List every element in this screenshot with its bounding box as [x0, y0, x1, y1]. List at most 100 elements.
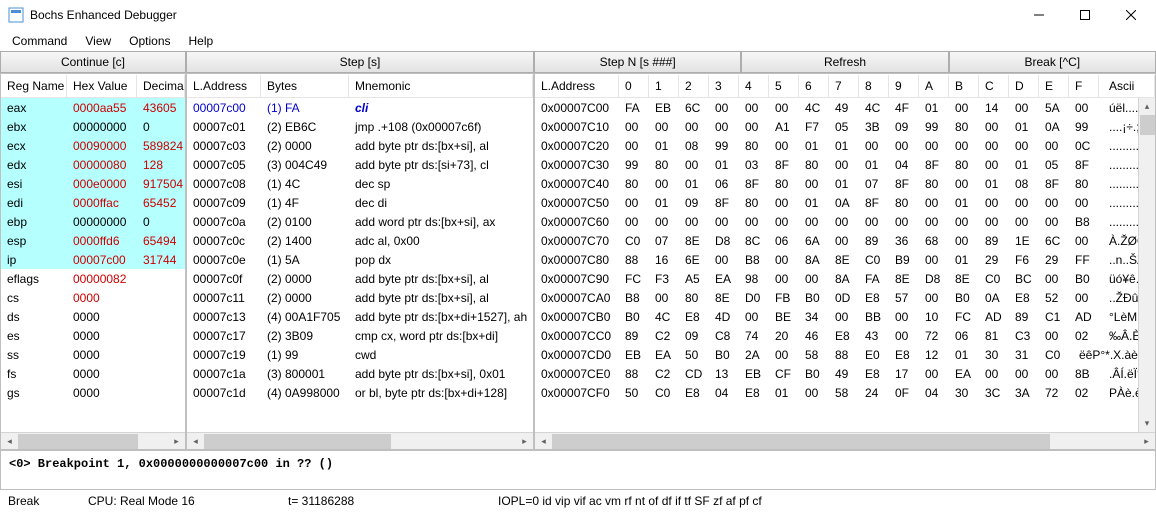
- disasm-row[interactable]: 00007c0f(2) 0000add byte ptr ds:[bx+si],…: [187, 269, 533, 288]
- register-row[interactable]: esp0000ffd665494: [1, 231, 185, 250]
- register-row[interactable]: es0000: [1, 326, 185, 345]
- scroll-left-icon[interactable]: ◂: [535, 433, 552, 450]
- dump-header-col[interactable]: 6: [799, 75, 829, 97]
- disasm-row[interactable]: 00007c13(4) 00A1F705add byte ptr ds:[bx+…: [187, 307, 533, 326]
- dump-row[interactable]: 0x00007C60000000000000000000000000000000…: [535, 212, 1138, 231]
- dump-row[interactable]: 0x00007C40800001068F800001078F800001088F…: [535, 174, 1138, 193]
- dump-header-col[interactable]: E: [1039, 75, 1069, 97]
- register-row[interactable]: ebx000000000: [1, 117, 185, 136]
- step-n-button[interactable]: Step N [s ###]: [534, 51, 741, 73]
- dump-row[interactable]: 0x00007C100000000000A1F7053B09998000010A…: [535, 117, 1138, 136]
- dump-header-col[interactable]: L.Address: [535, 75, 619, 97]
- disasm-row[interactable]: 00007c00(1) FAcli: [187, 98, 533, 117]
- dump-row[interactable]: 0x00007C20000108998000010100000000000000…: [535, 136, 1138, 155]
- dump-header-col[interactable]: F: [1069, 75, 1099, 97]
- regs-header-dec[interactable]: Decimal: [137, 75, 185, 97]
- dump-header-col[interactable]: 4: [739, 75, 769, 97]
- dump-row[interactable]: 0x00007CE088C2CD13EBCFB049E81700EA000000…: [535, 364, 1138, 383]
- register-row[interactable]: gs0000: [1, 383, 185, 402]
- disasm-row[interactable]: 00007c1d(4) 0A998000or bl, byte ptr ds:[…: [187, 383, 533, 402]
- regs-header-name[interactable]: Reg Name: [1, 75, 67, 97]
- dump-row[interactable]: 0x00007CF050C0E804E8010058240F04303C3A72…: [535, 383, 1138, 402]
- disasm-row[interactable]: 00007c09(1) 4Fdec di: [187, 193, 533, 212]
- dump-row[interactable]: 0x00007CB0B04CE84D00BE3400BB0010FCAD89C1…: [535, 307, 1138, 326]
- disasm-row[interactable]: 00007c08(1) 4Cdec sp: [187, 174, 533, 193]
- scroll-up-icon[interactable]: ▴: [1139, 98, 1155, 115]
- scroll-left-icon[interactable]: ◂: [1, 433, 18, 450]
- dump-row[interactable]: 0x00007CC089C209C8742046E84300720681C300…: [535, 326, 1138, 345]
- dump-header-col[interactable]: 0: [619, 75, 649, 97]
- dump-row[interactable]: 0x00007C00FAEB6C0000004C494C4F010014005A…: [535, 98, 1138, 117]
- disasm-scrollbar-h[interactable]: ◂ ▸: [187, 432, 533, 449]
- scroll-down-icon[interactable]: ▾: [1139, 415, 1155, 432]
- register-row[interactable]: esi000e0000917504: [1, 174, 185, 193]
- dump-header-col[interactable]: D: [1009, 75, 1039, 97]
- disasm-row[interactable]: 00007c01(2) EB6Cjmp .+108 (0x00007c6f): [187, 117, 533, 136]
- register-row[interactable]: ss0000: [1, 345, 185, 364]
- dump-scrollbar-v[interactable]: ▴ ▾: [1138, 98, 1155, 432]
- disasm-row[interactable]: 00007c11(2) 0000add byte ptr ds:[bx+si],…: [187, 288, 533, 307]
- dump-row[interactable]: 0x00007C500001098F8000010A8F800001000000…: [535, 193, 1138, 212]
- dump-row[interactable]: 0x00007C3099800001038F800001048F80000105…: [535, 155, 1138, 174]
- dump-header-col[interactable]: B: [949, 75, 979, 97]
- disasm-header-bytes[interactable]: Bytes: [261, 75, 349, 97]
- scroll-right-icon[interactable]: ▸: [516, 433, 533, 450]
- dump-header-col[interactable]: 8: [859, 75, 889, 97]
- reg-name: esp: [1, 233, 67, 249]
- disasm-row[interactable]: 00007c19(1) 99cwd: [187, 345, 533, 364]
- step-button[interactable]: Step [s]: [186, 51, 534, 73]
- dump-header-col[interactable]: Ascii: [1099, 75, 1155, 97]
- dump-row[interactable]: 0x00007CD0EBEA50B02A005888E0E812013031C0…: [535, 345, 1138, 364]
- output-console[interactable]: <0> Breakpoint 1, 0x0000000000007c00 in …: [0, 450, 1156, 490]
- refresh-button[interactable]: Refresh: [741, 51, 948, 73]
- continue-button[interactable]: Continue [c]: [0, 51, 186, 73]
- disasm-row[interactable]: 00007c0e(1) 5Apop dx: [187, 250, 533, 269]
- register-row[interactable]: fs0000: [1, 364, 185, 383]
- scroll-right-icon[interactable]: ▸: [168, 433, 185, 450]
- scroll-right-icon[interactable]: ▸: [1138, 433, 1155, 450]
- dump-row[interactable]: 0x00007CA0B800808ED0FBB00DE85700B00AE852…: [535, 288, 1138, 307]
- break-button[interactable]: Break [^C]: [949, 51, 1156, 73]
- register-row[interactable]: edx00000080128: [1, 155, 185, 174]
- minimize-button[interactable]: [1016, 0, 1062, 30]
- register-row[interactable]: ip00007c0031744: [1, 250, 185, 269]
- register-row[interactable]: cs0000: [1, 288, 185, 307]
- disasm-row[interactable]: 00007c0a(2) 0100add word ptr ds:[bx+si],…: [187, 212, 533, 231]
- dump-header-col[interactable]: 9: [889, 75, 919, 97]
- menu-command[interactable]: Command: [4, 32, 75, 50]
- register-row[interactable]: edi0000ffac65452: [1, 193, 185, 212]
- menu-options[interactable]: Options: [121, 32, 178, 50]
- maximize-button[interactable]: [1062, 0, 1108, 30]
- dump-row[interactable]: 0x00007C70C0078ED88C066A0089366800891E6C…: [535, 231, 1138, 250]
- dump-header-col[interactable]: 1: [649, 75, 679, 97]
- dump-header-col[interactable]: A: [919, 75, 949, 97]
- dump-byte: E8: [889, 347, 919, 363]
- disasm-row[interactable]: 00007c1a(3) 800001add byte ptr ds:[bx+si…: [187, 364, 533, 383]
- disasm-row[interactable]: 00007c05(3) 004C49add byte ptr ds:[si+73…: [187, 155, 533, 174]
- menu-help[interactable]: Help: [181, 32, 222, 50]
- dump-header-col[interactable]: 2: [679, 75, 709, 97]
- dump-row[interactable]: 0x00007C8088166E00B8008A8EC0B9000129F629…: [535, 250, 1138, 269]
- dump-scrollbar-h[interactable]: ◂ ▸: [535, 432, 1155, 449]
- disasm-header-addr[interactable]: L.Address: [187, 75, 261, 97]
- dump-byte: 30: [979, 347, 1009, 363]
- register-row[interactable]: ecx00090000589824: [1, 136, 185, 155]
- dump-header-col[interactable]: C: [979, 75, 1009, 97]
- register-row[interactable]: ds0000: [1, 307, 185, 326]
- register-row[interactable]: ebp000000000: [1, 212, 185, 231]
- regs-header-hex[interactable]: Hex Value: [67, 75, 137, 97]
- dump-row[interactable]: 0x00007C90FCF3A5EA9800008AFA8ED88EC0BC00…: [535, 269, 1138, 288]
- scroll-left-icon[interactable]: ◂: [187, 433, 204, 450]
- close-button[interactable]: [1108, 0, 1154, 30]
- dump-header-col[interactable]: 5: [769, 75, 799, 97]
- disasm-row[interactable]: 00007c0c(2) 1400adc al, 0x00: [187, 231, 533, 250]
- dump-header-col[interactable]: 7: [829, 75, 859, 97]
- disasm-row[interactable]: 00007c17(2) 3B09cmp cx, word ptr ds:[bx+…: [187, 326, 533, 345]
- dump-header-col[interactable]: 3: [709, 75, 739, 97]
- disasm-row[interactable]: 00007c03(2) 0000add byte ptr ds:[bx+si],…: [187, 136, 533, 155]
- register-row[interactable]: eflags00000082: [1, 269, 185, 288]
- register-row[interactable]: eax0000aa5543605: [1, 98, 185, 117]
- disasm-header-mnem[interactable]: Mnemonic: [349, 75, 533, 97]
- menu-view[interactable]: View: [77, 32, 119, 50]
- regs-scrollbar-h[interactable]: ◂ ▸: [1, 432, 185, 449]
